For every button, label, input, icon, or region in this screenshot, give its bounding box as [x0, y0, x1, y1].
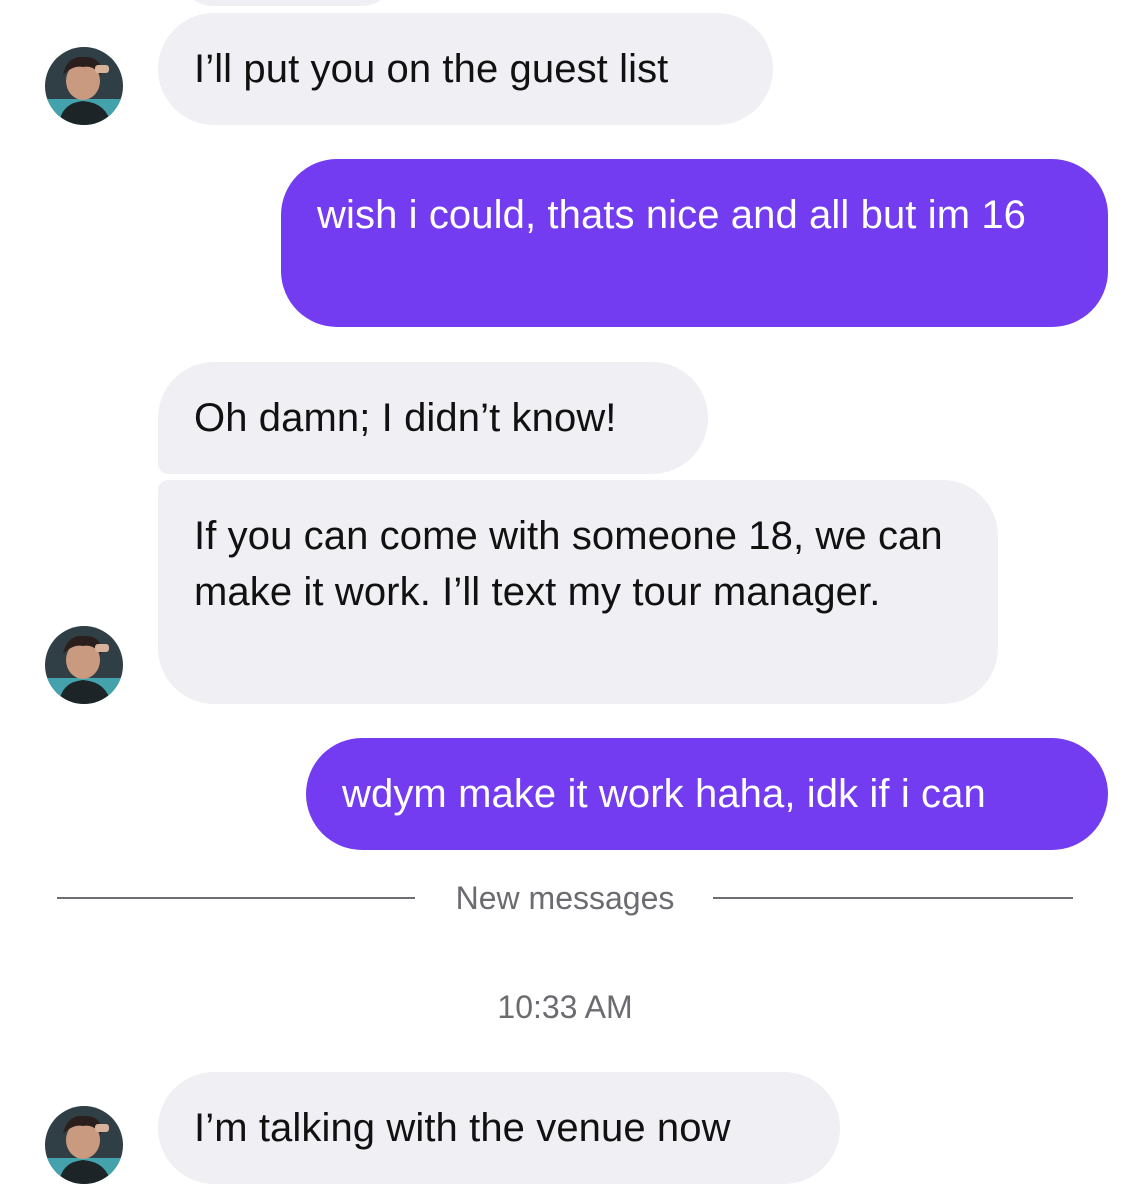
message-bubble-outgoing[interactable]: wdym make it work haha, idk if i can: [306, 738, 1108, 850]
avatar-photo-icon: [45, 47, 123, 125]
message-text: I’ll put you on the guest list: [194, 47, 669, 91]
contact-avatar[interactable]: [45, 626, 123, 704]
avatar-photo-icon: [45, 626, 123, 704]
avatar-photo-icon: [45, 1106, 123, 1184]
message-bubble-incoming[interactable]: Oh damn; I didn’t know!: [158, 362, 708, 474]
divider-line-left: [57, 897, 415, 899]
message-timestamp: 10:33 AM: [497, 989, 633, 1025]
message-text: wish i could, thats nice and all but im …: [317, 193, 1027, 237]
message-bubble-incoming[interactable]: If you can come with someone 18, we can …: [158, 480, 998, 704]
new-messages-divider: New messages: [455, 880, 675, 916]
message-bubble-outgoing[interactable]: wish i could, thats nice and all but im …: [281, 159, 1108, 327]
message-text: If you can come with someone 18, we can …: [194, 514, 943, 614]
message-bubble-partial: [180, 0, 395, 6]
message-text: Oh damn; I didn’t know!: [194, 396, 617, 440]
message-text: I’m talking with the venue now: [194, 1106, 731, 1150]
message-bubble-incoming[interactable]: I’m talking with the venue now: [158, 1072, 840, 1184]
message-text: wdym make it work haha, idk if i can: [342, 772, 986, 816]
contact-avatar[interactable]: [45, 47, 123, 125]
divider-line-right: [713, 897, 1073, 899]
message-bubble-incoming[interactable]: I’ll put you on the guest list: [158, 13, 773, 125]
contact-avatar[interactable]: [45, 1106, 123, 1184]
